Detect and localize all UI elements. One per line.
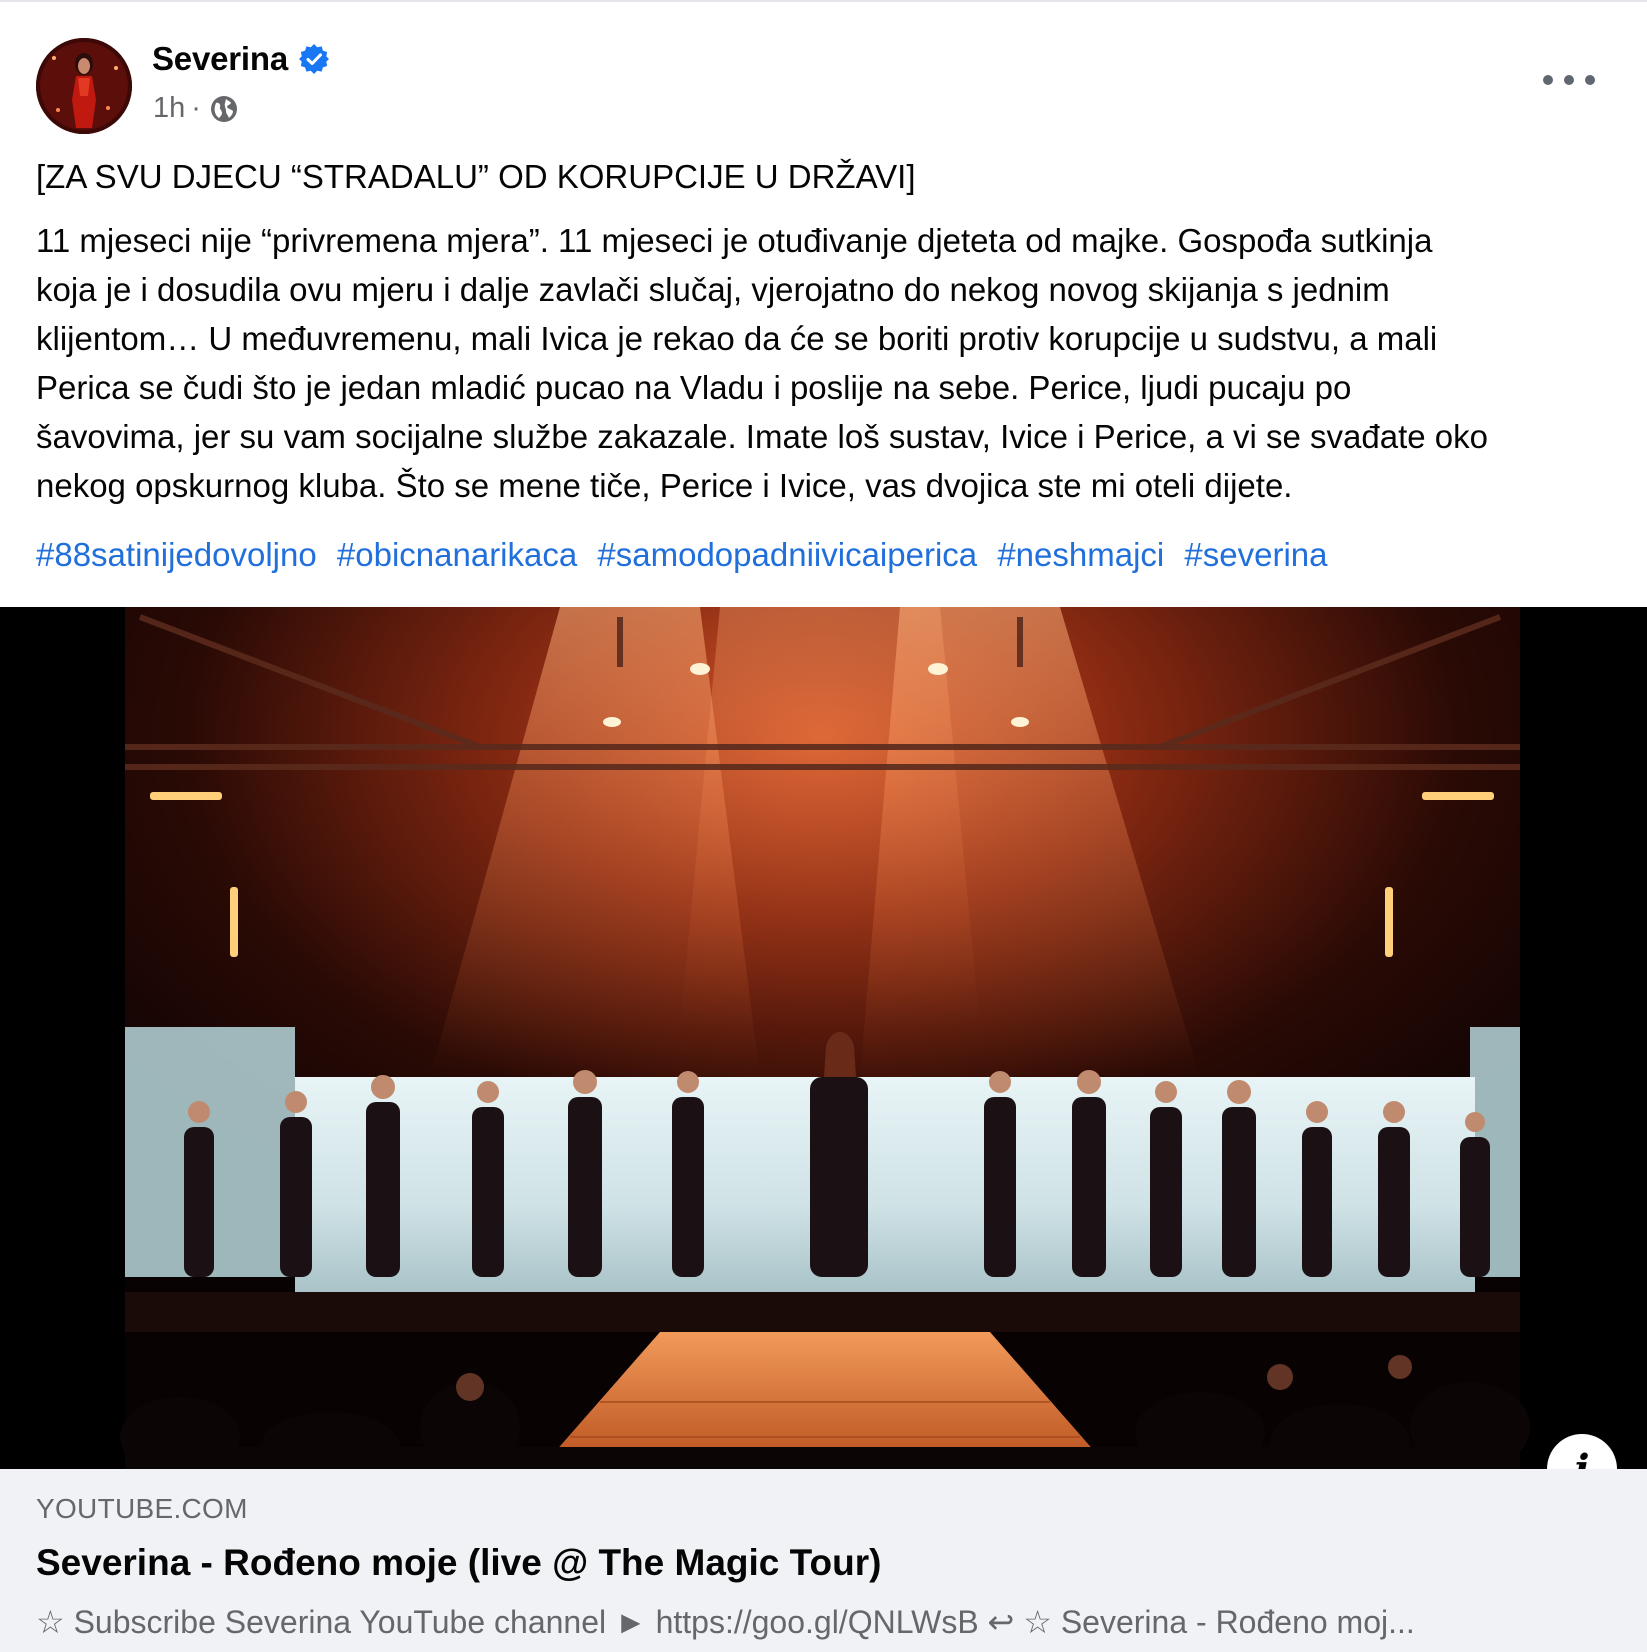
link-preview-card[interactable]: YOUTUBE.COM Severina - Rođeno moje (live… [0,1469,1647,1652]
concert-stage-photo [0,607,1647,1469]
facebook-post: Severina 1h · [ZA SVU DJECU “STRADALU” O… [0,0,1647,1652]
more-options-icon[interactable] [1543,62,1595,98]
author-name[interactable]: Severina [152,40,288,78]
hashtag-link[interactable]: #samodopadniivicaiperica [597,536,977,573]
hashtag-list: #88satinijedovoljno #obicnanarikaca #sam… [36,530,1339,579]
globe-icon[interactable] [209,94,239,124]
author-avatar[interactable] [36,38,132,134]
post-header: Severina 1h · [0,2,1647,142]
link-domain: YOUTUBE.COM [36,1493,248,1524]
post-body-line: klijentom… U međuvremenu, mali Ivica je … [36,320,1438,357]
meta-separator: · [191,92,201,124]
post-timestamp[interactable]: 1h [153,92,185,125]
post-body-line: Perica se čudi što je jedan mladić pucao… [36,369,1352,406]
hashtag-link[interactable]: #severina [1184,536,1327,573]
author-name-row: Severina [152,40,330,78]
hashtag-link[interactable]: #neshmajci [997,536,1164,573]
link-description: ☆ Subscribe Severina YouTube channel ► h… [36,1604,1415,1640]
post-meta: 1h · [153,92,239,125]
post-body-line: 11 mjeseci nije “privremena mjera”. 11 m… [36,222,1433,259]
post-body-line: nekog opskurnog kluba. Što se mene tiče,… [36,467,1293,504]
hashtag-link[interactable]: #88satinijedovoljno [36,536,317,573]
post-body-line: koja je i dosudila ovu mjeru i dalje zav… [36,271,1390,308]
verified-badge-icon [299,44,329,74]
post-text: [ZA SVU DJECU “STRADALU” OD KORUPCIJE U … [36,152,1607,510]
link-title[interactable]: Severina - Rođeno moje (live @ The Magic… [36,1542,881,1584]
post-body-line: šavovima, jer su vam socijalne službe za… [36,418,1489,455]
hashtag-link[interactable]: #obicnanarikaca [337,536,577,573]
link-preview-image[interactable] [0,607,1647,1469]
post-headline: [ZA SVU DJECU “STRADALU” OD KORUPCIJE U … [36,158,916,195]
